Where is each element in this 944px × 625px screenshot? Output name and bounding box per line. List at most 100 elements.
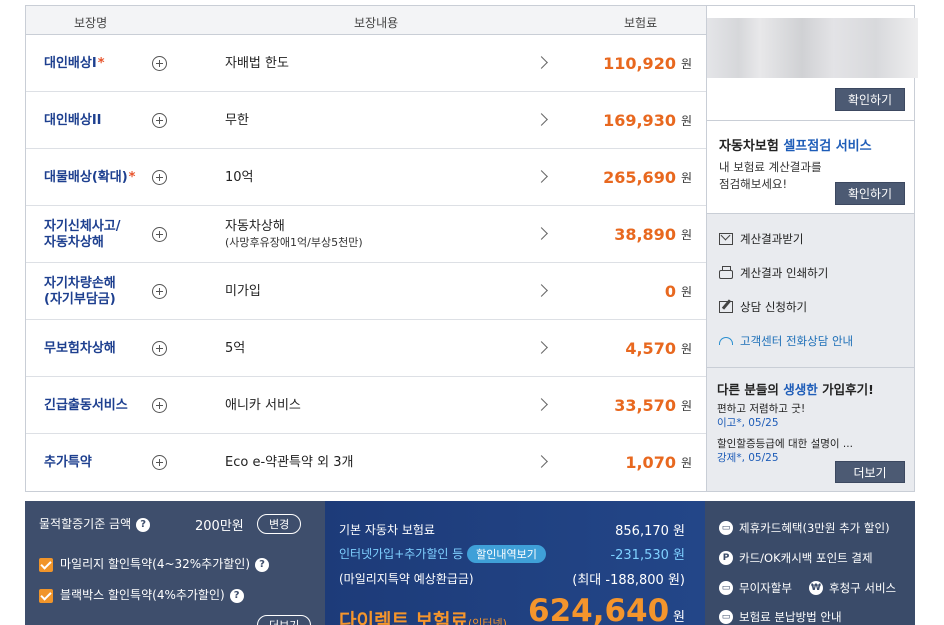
coverage-content: 5억 [225,340,246,356]
options-section: 물적할증기준 금액? 200만원 변경 마일리지 할인특약(4~32%추가할인)… [25,501,325,625]
checkbox-icon[interactable] [39,588,53,603]
checkbox-icon[interactable] [39,557,53,572]
coverage-name[interactable]: 무보험차상해 [44,320,154,377]
direct-premium-label: 다이렉트 보험료(인터넷) [339,610,507,625]
expand-plus-icon[interactable] [152,170,167,185]
expand-plus-icon[interactable] [152,113,167,128]
discount-detail-button[interactable]: 할인내역보기 [467,545,546,563]
coverage-name[interactable]: 긴급출동서비스 [44,377,154,434]
change-button[interactable]: 변경 [257,514,302,534]
premium-amount: 33,570 원 [614,396,692,415]
premium-summary: 기본 자동차 보험료 856,170 원 인터넷가입+추가할인 등 할인내역보기… [325,501,705,625]
options-more-button[interactable]: 더보기 [257,615,312,625]
expand-plus-icon[interactable] [152,341,167,356]
chevron-right-icon[interactable] [535,170,548,183]
premium-amount: 169,930 원 [603,111,692,130]
review-item[interactable]: 편하고 저렴하고 굿! 이고*, 05/25 [717,402,805,430]
self-check-button[interactable]: 확인하기 [835,182,905,205]
direct-premium-value: 624,640 원 [528,593,685,625]
table-row[interactable]: 긴급출동서비스 애니카 서비스 33,570 원 [26,377,706,434]
reviews-more-button[interactable]: 더보기 [835,461,905,483]
chevron-right-icon[interactable] [535,227,548,240]
coverage-table: 보장명 보장내용 보험료 대인배상I * 자배법 한도 110,920 원 대인배상II 무… [25,5,706,492]
premium-amount: 265,690 원 [603,168,692,187]
coverage-content: 자배법 한도 [225,55,289,71]
payment-benefits: ▭ 제휴카드혜택(3만원 추가 할인) P 카드/OK캐시백 포인트 결제 ▭ 무이자… [705,501,915,625]
headset-icon [719,337,733,345]
table-row[interactable]: 무보험차상해 5억 4,570 원 [26,320,706,377]
expand-plus-icon[interactable] [152,227,167,242]
partner-card-link[interactable]: ▭ 제휴카드혜택(3만원 추가 할인) [719,520,890,536]
chevron-right-icon[interactable] [535,56,548,69]
coverage-name[interactable]: 추가특약 [44,434,154,491]
expand-plus-icon[interactable] [152,284,167,299]
result-receive-link[interactable]: 계산결과받기 [719,231,803,247]
consult-request-link[interactable]: 상담 신청하기 [719,299,807,315]
won-icon: ₩ [809,581,823,595]
reviews-title: 다른 분들의 생생한 가입후기! [717,382,874,397]
table-row[interactable]: 추가특약 Eco e-약관특약 외 3개 1,070 원 [26,434,706,491]
table-row[interactable]: 대인배상I * 자배법 한도 110,920 원 [26,35,706,92]
table-row[interactable]: 대인배상II 무한 169,930 원 [26,92,706,149]
installment-link[interactable]: ▭ 무이자할부 [719,580,792,596]
table-row[interactable]: 자기차량손해 (자기부담금) 미가입 0 원 [26,263,706,320]
coverage-name[interactable]: 자기신체사고/ 자동차상해 [44,206,154,263]
help-icon[interactable]: ? [255,557,270,572]
split-payment-link[interactable]: ▭ 보험료 분납방법 안내 [719,609,842,625]
chevron-right-icon[interactable] [535,113,548,126]
discount-label: 인터넷가입+추가할인 등 할인내역보기 [339,545,546,563]
confirm-button[interactable]: 확인하기 [835,88,905,111]
blurred-info [707,18,918,78]
premium-amount: 110,920 원 [603,54,692,73]
chevron-right-icon[interactable] [535,398,548,411]
card-icon: ▭ [719,521,733,535]
discount-value: -231,530 원 [610,548,685,563]
blackbox-option[interactable]: 블랙박스 할인특약(4%추가할인)? [39,586,244,603]
threshold-value: 200만원 [195,519,244,534]
table-row[interactable]: 자기신체사고/ 자동차상해 자동차상해 (사망후유장애1억/부상5천만) 38,890… [26,206,706,263]
expand-plus-icon[interactable] [152,398,167,413]
coverage-name[interactable]: 대물배상(확대) * [44,149,154,206]
base-premium-value: 856,170 원 [615,524,685,539]
callcenter-link[interactable]: 고객센터 전화상담 안내 [719,333,853,349]
premium-amount: 0원 [664,282,692,301]
table-row[interactable]: 대물배상(확대) * 10억 265,690 원 [26,149,706,206]
mileage-refund-label: (마일리지특약 예상환급금) [339,572,474,586]
coverage-content: 자동차상해 (사망후유장애1억/부상5천만) [225,218,363,249]
premium-amount: 4,570 원 [625,339,692,358]
edit-icon [719,301,733,313]
point-payment-link[interactable]: P 카드/OK캐시백 포인트 결제 [719,550,873,566]
top-info-box: 확인하기 [707,6,918,120]
self-check-title: 자동차보험 셀프점검 서비스 [719,139,872,154]
coverage-content: 애니카 서비스 [225,397,301,413]
card-icon: ▭ [719,610,733,624]
premium-amount: 38,890 원 [614,225,692,244]
premium-amount: 1,070 원 [625,453,692,472]
result-print-link[interactable]: 계산결과 인쇄하기 [719,265,828,281]
coverage-name[interactable]: 대인배상II [44,92,154,149]
mileage-option[interactable]: 마일리지 할인특약(4~32%추가할인)? [39,555,270,572]
expand-plus-icon[interactable] [152,455,167,470]
coverage-name[interactable]: 자기차량손해 (자기부담금) [44,263,154,320]
coverage-name[interactable]: 대인배상I * [44,35,154,92]
header-coverage-content: 보장내용 [354,16,399,30]
summary-bar: 물적할증기준 금액? 200만원 변경 마일리지 할인특약(4~32%추가할인)… [25,501,915,625]
header-coverage-name: 보장명 [74,16,108,30]
help-icon[interactable]: ? [136,517,151,532]
reviews-box: 다른 분들의 생생한 가입후기! 편하고 저렴하고 굿! 이고*, 05/25 … [707,367,914,491]
chevron-right-icon[interactable] [535,341,548,354]
header-premium: 보험료 [624,16,658,30]
table-header: 보장명 보장내용 보험료 [26,6,706,35]
chevron-right-icon[interactable] [535,284,548,297]
review-item[interactable]: 할인할증등급에 대한 설명이 ... 강제*, 05/25 [717,437,853,465]
coverage-content: 10억 [225,169,254,185]
expand-plus-icon[interactable] [152,56,167,71]
coverage-content: Eco e-약관특약 외 3개 [225,454,354,470]
postpay-link[interactable]: ₩ 후청구 서비스 [809,580,896,596]
help-icon[interactable]: ? [229,588,244,603]
chevron-right-icon[interactable] [535,455,548,468]
mileage-refund-value: (최대 -188,800 원) [572,573,685,588]
self-check-box: 자동차보험 셀프점검 서비스 내 보험료 계산결과를 점검해보세요! 확인하기 [707,120,914,214]
side-panel: 확인하기 자동차보험 셀프점검 서비스 내 보험료 계산결과를 점검해보세요! … [706,5,918,492]
threshold-label: 물적할증기준 금액? [39,515,151,532]
